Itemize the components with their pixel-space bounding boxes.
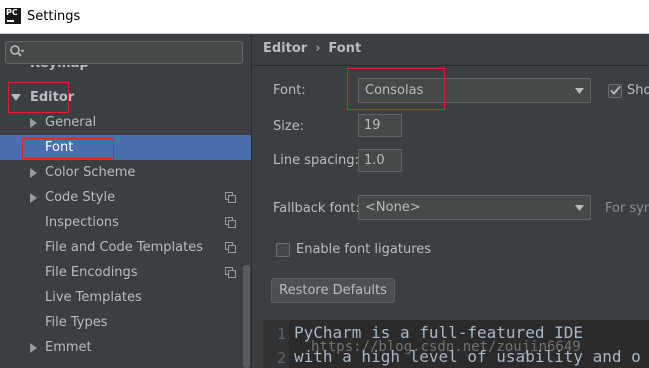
font-label: Font:	[273, 83, 306, 98]
collapsed-arrow-icon[interactable]	[28, 193, 38, 203]
title-bar: PC Settings	[0, 0, 649, 34]
checkmark-icon	[610, 85, 621, 95]
project-settings-icon	[225, 267, 236, 278]
font-settings-panel: Editor › Font Font: Consolas Sho Size: 19 …	[253, 35, 649, 368]
fallback-font-dropdown[interactable]: <None>	[358, 195, 591, 220]
window-title: Settings	[27, 9, 81, 24]
project-settings-icon	[225, 217, 236, 228]
sidebar-item-file-and-code-templates[interactable]: File and Code Templates	[0, 235, 251, 260]
collapsed-arrow-icon[interactable]	[28, 118, 38, 128]
chevron-down-icon	[575, 88, 584, 94]
search-input[interactable]	[5, 41, 243, 64]
enable-font-ligatures-checkbox[interactable]	[276, 243, 290, 257]
show-only-monospaced-checkbox[interactable]	[608, 84, 622, 98]
size-label: Size:	[273, 119, 305, 134]
line-spacing-label: Line spacing:	[273, 153, 359, 168]
annotation-box-font-field	[347, 68, 445, 110]
breadcrumb-current: Font	[328, 41, 362, 56]
enable-font-ligatures-label: Enable font ligatures	[296, 242, 432, 257]
breadcrumb-parent[interactable]: Editor	[263, 41, 307, 56]
line-number: 2	[277, 349, 287, 367]
sidebar-item-emmet[interactable]: Emmet	[0, 335, 251, 360]
sidebar-item-inspections[interactable]: Inspections	[0, 210, 251, 235]
app-icon-text: PC	[6, 8, 18, 17]
sidebar-item-color-scheme[interactable]: Color Scheme	[0, 160, 251, 185]
watermark-text: https://blog.csdn.net/zoujin6649	[311, 339, 581, 355]
fallback-font-value: <None>	[365, 200, 421, 215]
settings-sidebar: Keymap Editor General Font Color Scheme …	[0, 35, 252, 368]
size-value: 19	[364, 118, 381, 133]
sidebar-item-keymap[interactable]: Keymap	[0, 65, 251, 79]
project-settings-icon	[225, 192, 236, 203]
size-input[interactable]: 19	[358, 114, 402, 137]
breadcrumb: Editor › Font	[263, 41, 361, 56]
line-spacing-value: 1.0	[364, 153, 385, 168]
chevron-down-icon	[575, 205, 584, 211]
breadcrumb-separator: ›	[315, 41, 321, 56]
sidebar-scrollbar[interactable]	[243, 265, 250, 368]
sidebar-item-file-encodings[interactable]: File Encodings	[0, 260, 251, 285]
project-settings-icon	[225, 242, 236, 253]
restore-defaults-button[interactable]: Restore Defaults	[271, 278, 395, 303]
sidebar-item-general[interactable]: General	[0, 110, 251, 135]
line-number: 1	[277, 325, 287, 343]
fallback-font-hint: For sym	[605, 201, 649, 216]
search-icon	[10, 45, 25, 57]
line-spacing-input[interactable]: 1.0	[358, 149, 402, 172]
show-only-monospaced-label: Sho	[627, 83, 649, 98]
annotation-box-editor	[8, 82, 69, 113]
header-divider	[253, 65, 649, 66]
sidebar-item-code-style[interactable]: Code Style	[0, 185, 251, 210]
collapsed-arrow-icon[interactable]	[28, 343, 38, 353]
collapsed-arrow-icon[interactable]	[28, 168, 38, 178]
fallback-font-label: Fallback font:	[273, 201, 360, 216]
sidebar-item-file-types[interactable]: File Types	[0, 310, 251, 335]
sidebar-item-live-templates[interactable]: Live Templates	[0, 285, 251, 310]
annotation-box-font	[22, 138, 114, 159]
pycharm-app-icon: PC	[5, 8, 21, 24]
font-preview-editor[interactable]: 1 2 PyCharm is a full-featured IDE with …	[263, 320, 649, 368]
